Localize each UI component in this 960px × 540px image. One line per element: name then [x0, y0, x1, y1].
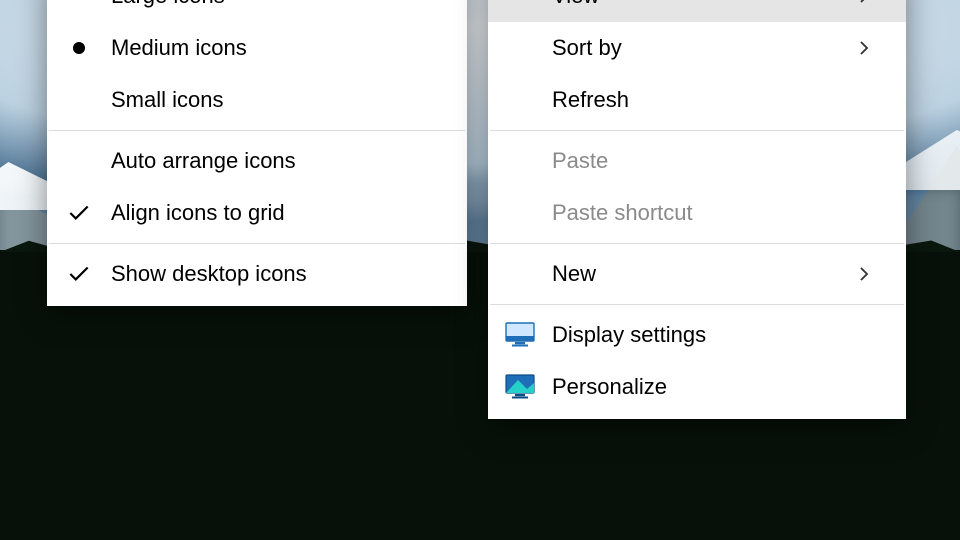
menuitem-auto-arrange[interactable]: Auto arrange icons — [47, 135, 467, 187]
menu-separator — [490, 304, 904, 305]
menuitem-label: Personalize — [552, 374, 844, 400]
chevron-right-icon — [844, 0, 884, 5]
menuitem-label: Small icons — [111, 87, 445, 113]
desktop-context-menu: View Sort by Refresh Paste Paste shortcu… — [488, 0, 906, 419]
menuitem-label: Sort by — [552, 35, 844, 61]
menuitem-sort-by[interactable]: Sort by — [488, 22, 906, 74]
menuitem-label: Paste — [552, 148, 844, 174]
chevron-right-icon — [844, 39, 884, 57]
menuitem-label: View — [552, 0, 844, 9]
menuitem-personalize[interactable]: Personalize — [488, 361, 906, 413]
menu-separator — [49, 243, 465, 244]
menuitem-refresh[interactable]: Refresh — [488, 74, 906, 126]
check-icon — [47, 261, 111, 287]
menu-separator — [490, 130, 904, 131]
menu-separator — [49, 130, 465, 131]
radio-selected-icon — [47, 42, 111, 54]
menuitem-small-icons[interactable]: Small icons — [47, 74, 467, 126]
menuitem-label: Show desktop icons — [111, 261, 445, 287]
menuitem-display-settings[interactable]: Display settings — [488, 309, 906, 361]
menuitem-label: Auto arrange icons — [111, 148, 445, 174]
chevron-right-icon — [844, 265, 884, 283]
menuitem-view[interactable]: View — [488, 0, 906, 22]
menuitem-paste-shortcut: Paste shortcut — [488, 187, 906, 239]
personalize-icon — [488, 374, 552, 400]
menu-separator — [490, 243, 904, 244]
menuitem-align-to-grid[interactable]: Align icons to grid — [47, 187, 467, 239]
menuitem-label: New — [552, 261, 844, 287]
menuitem-new[interactable]: New — [488, 248, 906, 300]
menuitem-medium-icons[interactable]: Medium icons — [47, 22, 467, 74]
menuitem-label: Refresh — [552, 87, 844, 113]
view-submenu: Large icons Medium icons Small icons Aut… — [47, 0, 467, 306]
menuitem-paste: Paste — [488, 135, 906, 187]
menuitem-label: Align icons to grid — [111, 200, 445, 226]
monitor-icon — [488, 322, 552, 348]
menuitem-label: Medium icons — [111, 35, 445, 61]
menuitem-label: Paste shortcut — [552, 200, 844, 226]
menuitem-large-icons[interactable]: Large icons — [47, 0, 467, 22]
menuitem-label: Display settings — [552, 322, 844, 348]
menuitem-label: Large icons — [111, 0, 445, 9]
check-icon — [47, 200, 111, 226]
menuitem-show-desktop-icons[interactable]: Show desktop icons — [47, 248, 467, 300]
